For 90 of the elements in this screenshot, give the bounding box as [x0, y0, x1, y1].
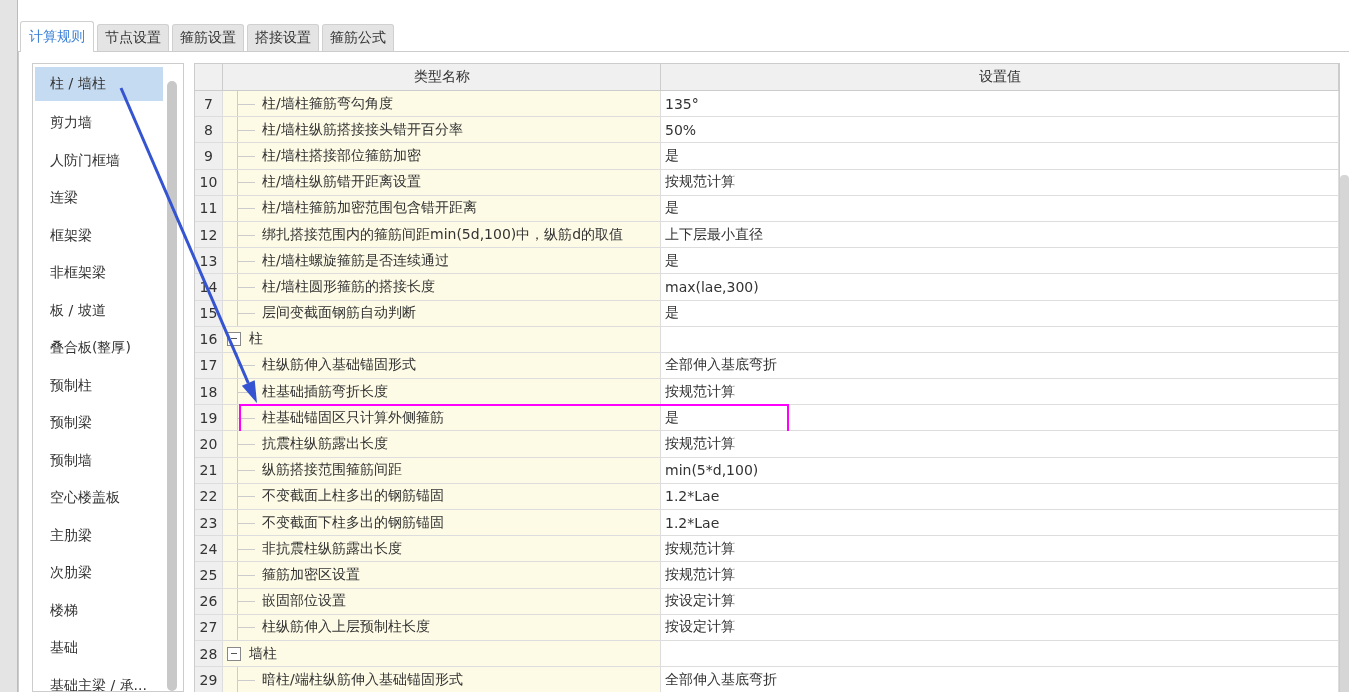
value-cell[interactable]: 是 [661, 195, 1339, 222]
sidebar-item[interactable]: 基础 [35, 629, 163, 667]
value-cell[interactable]: 是 [661, 248, 1339, 275]
sidebar-item[interactable]: 人防门框墙 [35, 142, 163, 180]
row-number: 9 [195, 143, 223, 170]
group-label: 墙柱 [249, 644, 277, 663]
value-cell[interactable]: 按设定计算 [661, 614, 1339, 641]
row-number: 27 [195, 614, 223, 641]
value-cell[interactable]: 上下层最小直径 [661, 221, 1339, 249]
value-cell[interactable]: min(5*d,100) [661, 457, 1339, 484]
sidebar-item[interactable]: 预制梁 [35, 404, 163, 442]
setting-name: 柱基础插筋弯折长度 [262, 382, 388, 401]
row-number: 26 [195, 588, 223, 615]
setting-name: 箍筋加密区设置 [262, 565, 360, 584]
row-number: 18 [195, 379, 223, 406]
sidebar-item[interactable]: 次肋梁 [35, 554, 163, 592]
setting-name: 柱/墙柱圆形箍筋的搭接长度 [262, 277, 435, 296]
value-cell[interactable]: 按规范计算 [661, 169, 1339, 196]
column-header[interactable]: 设置值 [661, 64, 1339, 91]
setting-name: 纵筋搭接范围箍筋间距 [262, 461, 402, 480]
value-cell[interactable]: max(lae,300) [661, 274, 1339, 301]
sidebar-item[interactable]: 空心楼盖板 [35, 479, 163, 517]
setting-name: 柱/墙柱纵筋搭接接头错开百分率 [262, 120, 463, 139]
value-cell[interactable]: 按设定计算 [661, 588, 1339, 615]
value-cell[interactable]: 按规范计算 [661, 431, 1339, 458]
setting-name: 不变截面下柱多出的钢筋锚固 [262, 513, 444, 532]
setting-name: 柱/墙柱纵筋错开距离设置 [262, 173, 421, 192]
row-number: 11 [195, 195, 223, 222]
row-number: 21 [195, 457, 223, 484]
sidebar-item[interactable]: 连梁 [35, 179, 163, 217]
row-number: 25 [195, 562, 223, 589]
sidebar-item[interactable]: 叠合板(整厚) [35, 329, 163, 367]
sidebar-item[interactable]: 柱 / 墙柱 [35, 67, 163, 101]
scrollbar[interactable] [167, 81, 177, 691]
value-cell[interactable]: 按规范计算 [661, 536, 1339, 563]
tab[interactable]: 搭接设置 [247, 24, 319, 51]
row-number: 16 [195, 326, 223, 353]
sidebar-item[interactable]: 预制墙 [35, 442, 163, 480]
value-cell[interactable]: 1.2*Lae [661, 510, 1339, 537]
row-number: 23 [195, 510, 223, 537]
tab[interactable]: 计算规则 [20, 21, 94, 52]
group-label: 柱 [249, 330, 263, 349]
sidebar-item[interactable]: 基础主梁 / 承... [35, 667, 163, 691]
row-number: 22 [195, 483, 223, 510]
setting-name: 柱/墙柱螺旋箍筋是否连续通过 [262, 251, 449, 270]
setting-name: 柱纵筋伸入上层预制柱长度 [262, 618, 430, 637]
row-number: 13 [195, 248, 223, 275]
setting-name: 抗震柱纵筋露出长度 [262, 435, 388, 454]
scrollbar[interactable] [1340, 175, 1349, 692]
row-number: 29 [195, 667, 223, 692]
row-number: 12 [195, 221, 223, 249]
column-header[interactable]: 类型名称 [223, 64, 661, 91]
row-number: 24 [195, 536, 223, 563]
value-cell[interactable]: 是 [661, 300, 1339, 327]
value-cell[interactable]: 135° [661, 91, 1339, 118]
sidebar-item[interactable]: 楼梯 [35, 592, 163, 630]
setting-name: 柱基础锚固区只计算外侧箍筋 [262, 408, 444, 427]
sidebar-item[interactable]: 非框架梁 [35, 254, 163, 292]
value-cell[interactable]: 按规范计算 [661, 562, 1339, 589]
row-number: 17 [195, 352, 223, 380]
collapse-toggle[interactable] [227, 646, 241, 661]
setting-name: 层间变截面钢筋自动判断 [262, 304, 416, 323]
sidebar-item[interactable]: 剪力墙 [35, 104, 163, 142]
row-number: 28 [195, 640, 223, 668]
setting-name: 嵌固部位设置 [262, 592, 346, 611]
setting-name: 柱纵筋伸入基础锚固形式 [262, 356, 416, 375]
value-cell[interactable]: 全部伸入基底弯折 [661, 352, 1339, 380]
tab[interactable]: 箍筋设置 [172, 24, 244, 51]
row-number: 8 [195, 117, 223, 144]
row-number: 19 [195, 405, 223, 432]
value-cell[interactable]: 50% [661, 117, 1339, 144]
setting-name: 绑扎搭接范围内的箍筋间距min(5d,100)中，纵筋d的取值 [262, 225, 624, 244]
sidebar-item[interactable]: 主肋梁 [35, 517, 163, 555]
sidebar-item[interactable]: 板 / 坡道 [35, 292, 163, 330]
tab[interactable]: 节点设置 [97, 24, 169, 51]
setting-name: 暗柱/端柱纵筋伸入基础锚固形式 [262, 670, 463, 689]
setting-name: 柱/墙柱箍筋加密范围包含错开距离 [262, 199, 477, 218]
setting-name: 非抗震柱纵筋露出长度 [262, 539, 402, 558]
tab[interactable]: 箍筋公式 [322, 24, 394, 51]
setting-name: 柱/墙柱搭接部位箍筋加密 [262, 146, 421, 165]
sidebar-item[interactable]: 预制柱 [35, 367, 163, 405]
row-number: 7 [195, 91, 223, 118]
setting-name: 不变截面上柱多出的钢筋锚固 [262, 487, 444, 506]
value-cell[interactable]: 是 [661, 405, 1339, 432]
value-cell[interactable]: 1.2*Lae [661, 483, 1339, 510]
value-cell[interactable]: 是 [661, 143, 1339, 170]
setting-name: 柱/墙柱箍筋弯勾角度 [262, 94, 393, 113]
row-number: 20 [195, 431, 223, 458]
sidebar-item[interactable]: 框架梁 [35, 217, 163, 255]
row-number: 10 [195, 169, 223, 196]
